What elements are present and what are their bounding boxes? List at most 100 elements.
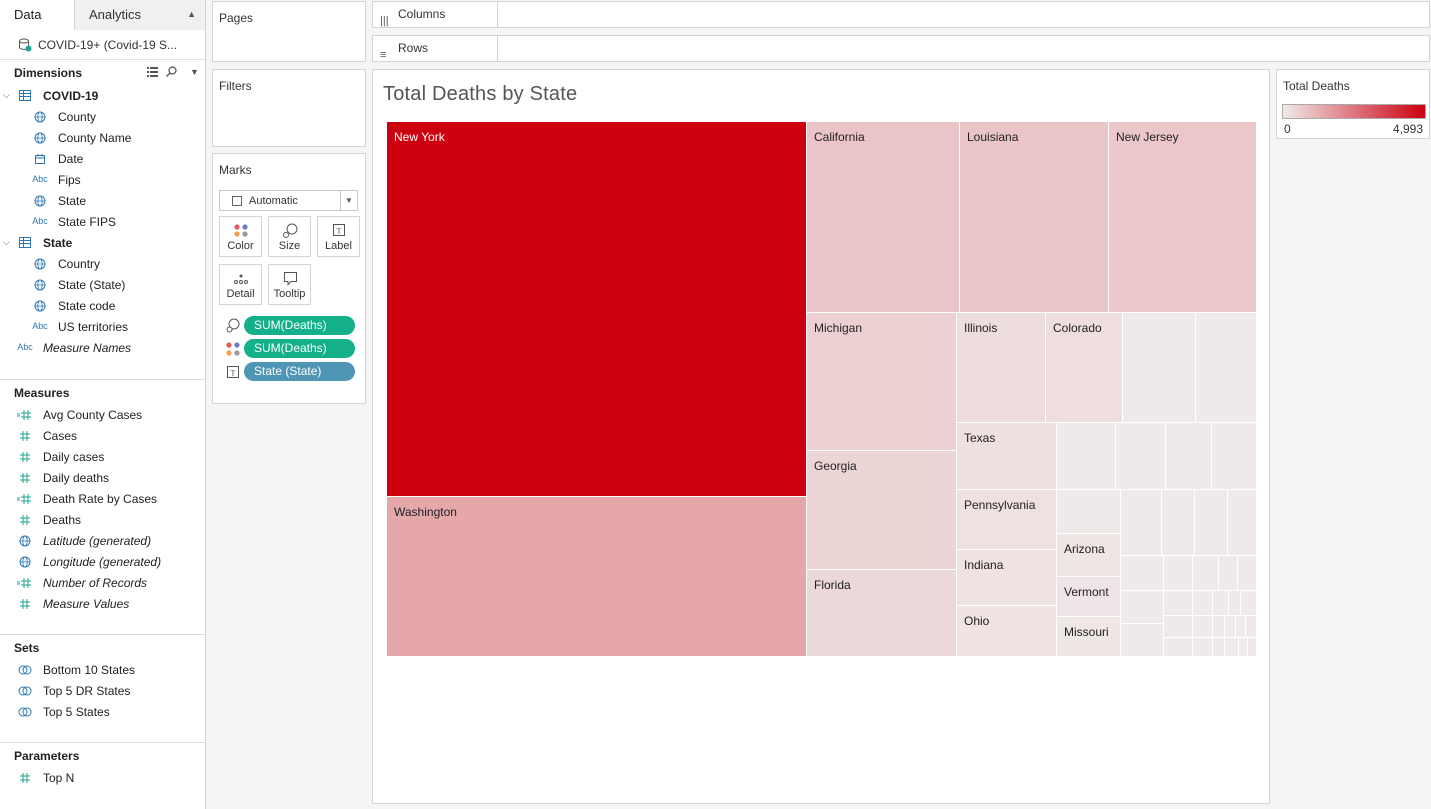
treemap-cell[interactable] — [1164, 591, 1193, 616]
color-button[interactable]: Color — [219, 216, 262, 257]
chevron-down-icon[interactable]: ▼ — [190, 67, 199, 77]
treemap-cell[interactable] — [1238, 556, 1257, 591]
tab-data[interactable]: Data — [0, 0, 75, 30]
collapse-chevron-icon[interactable]: ⌵ — [3, 90, 10, 101]
treemap-cell[interactable] — [1228, 490, 1257, 556]
field-item[interactable]: State (State) — [0, 275, 205, 296]
tab-analytics[interactable]: Analytics ▲ — [75, 0, 205, 30]
field-item[interactable]: County Name — [0, 128, 205, 149]
field-item[interactable]: Top N — [0, 768, 205, 789]
field-item[interactable]: Date — [0, 149, 205, 170]
field-item[interactable]: Abc State FIPS — [0, 212, 205, 233]
treemap-cell[interactable] — [1219, 556, 1238, 591]
field-item[interactable]: Top 5 DR States — [0, 681, 205, 702]
field-item[interactable]: Bottom 10 States — [0, 660, 205, 681]
treemap-cell[interactable] — [1193, 556, 1219, 591]
field-item[interactable]: Death Rate by Cases — [0, 489, 205, 510]
field-item[interactable]: Number of Records — [0, 573, 205, 594]
treemap-cell[interactable] — [1164, 638, 1193, 657]
field-item[interactable]: Abc Measure Names — [0, 338, 205, 359]
treemap-cell[interactable] — [1166, 423, 1212, 490]
treemap-cell[interactable] — [1057, 423, 1116, 490]
treemap-cell[interactable] — [1213, 616, 1225, 638]
field-item[interactable]: Daily deaths — [0, 468, 205, 489]
field-item[interactable]: Longitude (generated) — [0, 552, 205, 573]
treemap-cell[interactable] — [1164, 556, 1193, 591]
treemap-cell[interactable] — [1121, 591, 1164, 624]
treemap-cell[interactable]: Georgia — [807, 451, 957, 570]
treemap-cell[interactable]: Michigan — [807, 313, 957, 451]
label-button[interactable]: T Label — [317, 216, 360, 257]
treemap-cell[interactable] — [1121, 490, 1162, 556]
treemap-cell[interactable]: Missouri — [1057, 617, 1121, 657]
treemap-cell[interactable] — [1229, 591, 1241, 616]
treemap-cell[interactable] — [1193, 591, 1213, 616]
treemap-cell[interactable] — [1121, 556, 1164, 591]
treemap-cell[interactable] — [1193, 638, 1213, 657]
treemap-cell[interactable] — [1213, 591, 1229, 616]
pages-shelf[interactable]: Pages — [212, 1, 366, 62]
treemap-cell[interactable] — [1162, 490, 1195, 556]
treemap-cell[interactable] — [1212, 423, 1257, 490]
field-item[interactable]: State — [0, 233, 205, 254]
search-icon[interactable] — [166, 66, 177, 77]
treemap-cell[interactable]: Washington — [387, 497, 807, 657]
treemap-cell[interactable] — [1225, 638, 1239, 657]
field-item[interactable]: State code — [0, 296, 205, 317]
treemap-cell[interactable]: Illinois — [957, 313, 1046, 423]
label-pill[interactable]: State (State) — [244, 362, 355, 381]
treemap-cell[interactable] — [1196, 313, 1257, 423]
treemap-cell[interactable]: Ohio — [957, 606, 1057, 657]
field-item[interactable]: COVID-19 — [0, 86, 205, 107]
field-item[interactable]: State — [0, 191, 205, 212]
treemap-cell[interactable]: New Jersey — [1109, 122, 1257, 313]
field-item[interactable]: Top 5 States — [0, 702, 205, 723]
columns-shelf[interactable]: ||| Columns — [372, 1, 1430, 28]
treemap-cell[interactable] — [1057, 490, 1121, 534]
rows-shelf[interactable]: ≡ Rows — [372, 35, 1430, 62]
field-item[interactable]: Measure Values — [0, 594, 205, 615]
field-item[interactable]: Deaths — [0, 510, 205, 531]
treemap-cell[interactable] — [1164, 616, 1193, 638]
treemap-cell[interactable] — [1248, 638, 1257, 657]
field-item[interactable]: Abc US territories — [0, 317, 205, 338]
treemap-cell[interactable]: Pennsylvania — [957, 490, 1057, 550]
treemap-cell[interactable]: California — [807, 122, 960, 313]
treemap-cell[interactable]: Indiana — [957, 550, 1057, 606]
treemap-cell[interactable] — [1239, 638, 1248, 657]
size-button[interactable]: Size — [268, 216, 311, 257]
datasource-item[interactable]: COVID-19+ (Covid-19 S... — [0, 30, 205, 60]
treemap-cell[interactable]: Colorado — [1046, 313, 1123, 423]
detail-button[interactable]: Detail — [219, 264, 262, 305]
list-view-icon[interactable] — [147, 67, 158, 77]
field-item[interactable]: Avg County Cases — [0, 405, 205, 426]
treemap-cell[interactable] — [1195, 490, 1228, 556]
treemap-cell[interactable]: Vermont — [1057, 577, 1121, 617]
field-item[interactable]: Daily cases — [0, 447, 205, 468]
treemap-cell[interactable]: Louisiana — [960, 122, 1109, 313]
treemap-cell[interactable]: Arizona — [1057, 534, 1121, 577]
treemap-cell[interactable] — [1121, 624, 1164, 657]
treemap-cell[interactable] — [1193, 616, 1213, 638]
treemap-cell[interactable]: Florida — [807, 570, 957, 657]
field-item[interactable]: Latitude (generated) — [0, 531, 205, 552]
treemap-cell[interactable] — [1225, 616, 1236, 638]
color-pill[interactable]: SUM(Deaths) — [244, 339, 355, 358]
field-item[interactable]: Abc Fips — [0, 170, 205, 191]
collapse-chevron-icon[interactable]: ⌵ — [3, 237, 10, 248]
treemap-cell[interactable] — [1116, 423, 1166, 490]
treemap-cell[interactable] — [1123, 313, 1196, 423]
treemap-cell[interactable] — [1236, 616, 1246, 638]
mark-type-dropdown[interactable]: Automatic ▼ — [219, 190, 358, 211]
tooltip-button[interactable]: Tooltip — [268, 264, 311, 305]
field-item[interactable]: Cases — [0, 426, 205, 447]
size-pill[interactable]: SUM(Deaths) — [244, 316, 355, 335]
treemap-cell[interactable] — [1213, 638, 1225, 657]
field-item[interactable]: Country — [0, 254, 205, 275]
treemap-cell[interactable] — [1246, 616, 1257, 638]
treemap-cell[interactable]: New York — [387, 122, 807, 497]
filters-shelf[interactable]: Filters — [212, 69, 366, 147]
treemap-cell[interactable] — [1241, 591, 1257, 616]
treemap-cell[interactable]: Texas — [957, 423, 1057, 490]
field-item[interactable]: County — [0, 107, 205, 128]
